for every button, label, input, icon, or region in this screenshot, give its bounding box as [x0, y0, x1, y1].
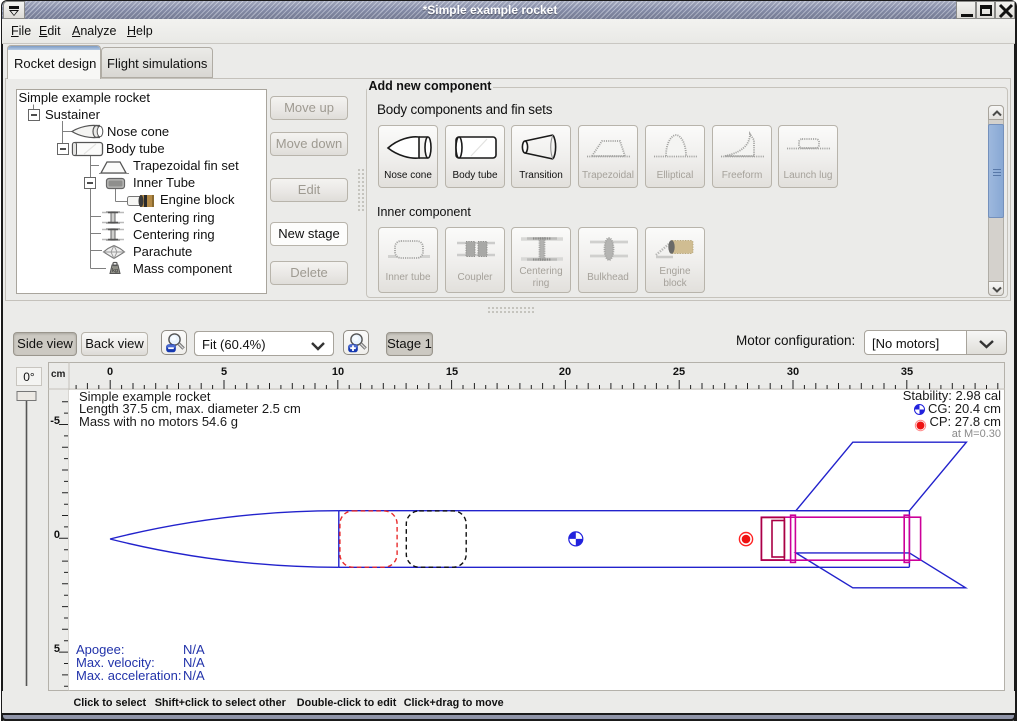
- svg-text:kg: kg: [112, 268, 118, 274]
